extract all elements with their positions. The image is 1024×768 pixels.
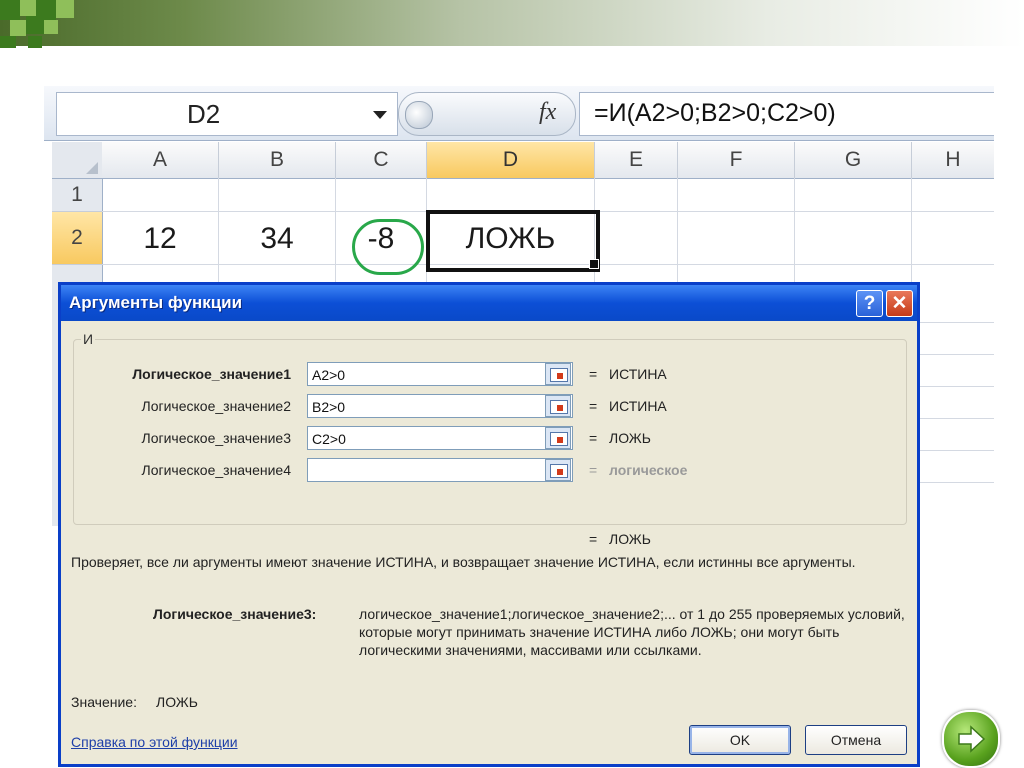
cell-a2[interactable]: 12: [102, 222, 218, 256]
arg-input-1[interactable]: A2>0: [307, 362, 573, 386]
collapse-dialog-icon[interactable]: [545, 363, 571, 385]
arg-label-1: Логическое_значение1: [132, 366, 291, 382]
slide-decor-square: [26, 16, 44, 34]
column-header-e[interactable]: E: [595, 142, 678, 179]
equals-sign: =: [589, 398, 598, 414]
formula-bar-controls: fx: [398, 92, 576, 136]
slide-decor-square: [28, 36, 42, 48]
column-header-b[interactable]: B: [219, 142, 336, 179]
arg-result-2: ИСТИНА: [609, 398, 667, 414]
function-arguments-dialog: Аргументы функции ? ✕ И Логическое_значе…: [58, 282, 920, 767]
arg-detail-label: Логическое_значение3:: [153, 606, 317, 622]
formula-input[interactable]: =И(A2>0;B2>0;C2>0): [579, 92, 994, 136]
arrow-right-icon: [958, 725, 986, 753]
column-header-c[interactable]: C: [336, 142, 427, 179]
arg-input-3[interactable]: C2>0: [307, 426, 573, 450]
fill-handle[interactable]: [589, 259, 599, 269]
arg-label-2: Логическое_значение2: [141, 398, 291, 414]
arg-input-4[interactable]: [307, 458, 573, 482]
collapse-dialog-icon[interactable]: [545, 459, 571, 481]
insert-function-icon[interactable]: fx: [539, 99, 556, 126]
arg-result-4: логическое: [609, 462, 688, 478]
name-box-value: D2: [187, 99, 221, 129]
next-slide-button[interactable]: [942, 710, 1000, 768]
collapse-dialog-icon[interactable]: [545, 427, 571, 449]
formula-result: ЛОЖЬ: [609, 531, 651, 547]
arg-label-4: Логическое_значение4: [141, 462, 291, 478]
help-button[interactable]: ?: [856, 290, 883, 317]
formula-bar: D2 fx =И(A2>0;B2>0;C2>0): [44, 86, 994, 141]
column-header-d[interactable]: D: [427, 142, 595, 179]
arg-result-1: ИСТИНА: [609, 366, 667, 382]
ok-button[interactable]: OK: [689, 725, 791, 755]
select-all-icon: [86, 162, 98, 174]
arg-input-2[interactable]: B2>0: [307, 394, 573, 418]
arg-detail-text: логическое_значение1;логическое_значение…: [359, 606, 905, 658]
highlight-circle: [352, 219, 424, 275]
row-header-2[interactable]: 2: [52, 212, 103, 265]
slide-decor-square: [10, 20, 26, 36]
collapse-dialog-icon[interactable]: [545, 395, 571, 417]
active-cell-border: [426, 210, 600, 272]
cancel-button[interactable]: Отмена: [805, 725, 907, 755]
slide-header-band: [0, 0, 1024, 46]
slide-decor-square: [20, 0, 36, 16]
name-box[interactable]: D2: [56, 92, 398, 136]
value-label: Значение:: [71, 694, 137, 710]
arg-result-3: ЛОЖЬ: [609, 430, 651, 446]
dialog-title: Аргументы функции: [69, 293, 243, 312]
cell-b2[interactable]: 34: [219, 222, 335, 256]
slide-decor-square: [56, 0, 74, 18]
equals-sign: =: [589, 430, 598, 446]
formula-text: =И(A2>0;B2>0;C2>0): [594, 99, 836, 127]
equals-sign: =: [589, 462, 598, 478]
row-header-1[interactable]: 1: [52, 179, 103, 212]
chevron-down-icon[interactable]: [373, 111, 387, 119]
equals-sign: =: [589, 366, 598, 382]
select-all-corner[interactable]: [52, 142, 103, 179]
column-header-h[interactable]: H: [912, 142, 994, 179]
column-header-a[interactable]: A: [102, 142, 219, 179]
expand-knob-icon[interactable]: [405, 101, 433, 129]
slide-decor-square: [0, 36, 16, 48]
function-name: И: [81, 331, 96, 347]
function-description: Проверяет, все ли аргументы имеют значен…: [71, 554, 856, 570]
arg-label-3: Логическое_значение3: [141, 430, 291, 446]
column-header-g[interactable]: G: [795, 142, 912, 179]
dialog-titlebar[interactable]: Аргументы функции ? ✕: [61, 285, 917, 321]
close-button[interactable]: ✕: [886, 290, 913, 317]
column-header-f[interactable]: F: [678, 142, 795, 179]
slide-decor-square: [0, 0, 20, 20]
function-help-link[interactable]: Справка по этой функции: [71, 734, 238, 750]
slide-decor-square: [44, 20, 58, 34]
value-result: ЛОЖЬ: [156, 694, 198, 710]
equals-sign: =: [589, 531, 598, 547]
